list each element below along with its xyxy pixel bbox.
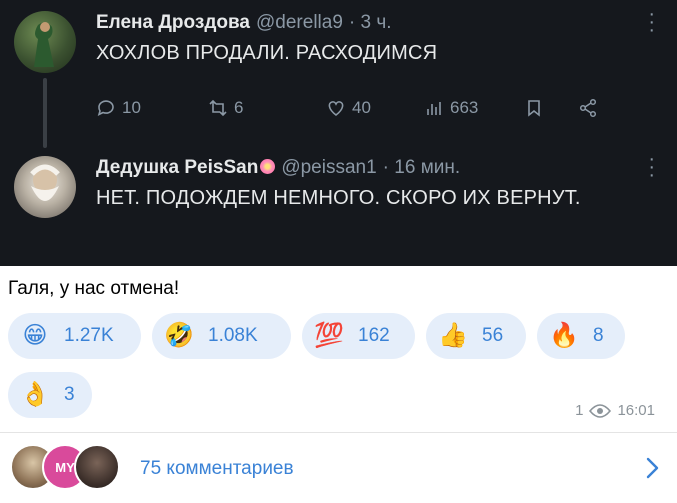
rofl-face-icon: 🤣 [164, 322, 194, 349]
reaction-chip[interactable]: 🤣 1.08K [152, 313, 291, 359]
reply-count: 10 [122, 98, 141, 117]
retweet-count: 6 [234, 98, 244, 117]
view-count: 663 [450, 98, 479, 117]
retweet-button[interactable]: 6 [208, 98, 326, 118]
reaction-count: 56 [482, 325, 504, 346]
reaction-chip[interactable]: 😁 1.27K [8, 313, 141, 359]
more-options-icon[interactable]: · · · [648, 149, 655, 185]
reaction-count: 1.08K [208, 325, 258, 346]
reaction-chip[interactable]: 🔥 8 [537, 313, 625, 359]
ok-hand-icon: 👌 [20, 381, 50, 408]
comments-count-label: 75 комментариев [140, 458, 294, 479]
divider [0, 432, 677, 433]
thumbs-up-icon: 👍 [438, 322, 468, 349]
flower-emoji-icon [260, 159, 276, 174]
reply-author-avatar [14, 156, 76, 218]
commenter-badge: MY [55, 459, 75, 475]
post-caption: Галя, у нас отмена! [8, 278, 180, 299]
thread-line [43, 78, 47, 148]
commenter-avatar [74, 444, 120, 490]
tweet-author-name[interactable]: Елена Дроздова [96, 12, 250, 34]
eye-icon [589, 403, 612, 418]
reply-button[interactable]: 10 [96, 98, 208, 118]
hundred-points-icon: 💯 [314, 322, 344, 349]
like-button[interactable]: 40 [326, 98, 424, 118]
tweet-original: Елена Дроздова @derella9 · 3 ч. · · · ХОХЛ… [0, 0, 677, 148]
reply-time: · 16 мин. [382, 157, 461, 178]
reply-icon [97, 100, 114, 117]
bookmark-icon [528, 100, 540, 117]
post-view-count: 1 [575, 402, 584, 419]
share-icon [579, 98, 597, 118]
bookmark-button[interactable] [524, 98, 578, 118]
comments-button[interactable]: MY 75 комментариев [0, 440, 677, 500]
reaction-chip[interactable]: 💯 162 [302, 313, 415, 359]
tweet-screenshot: Елена Дроздова @derella9 · 3 ч. · · · ХОХЛ… [0, 0, 677, 266]
reply-author-handle[interactable]: @peissan1 [281, 157, 376, 179]
reaction-count: 162 [358, 325, 390, 346]
post-time: 16:01 [617, 402, 655, 419]
tweet-author-handle[interactable]: @derella9 [256, 12, 343, 34]
reaction-chip[interactable]: 👍 56 [426, 313, 526, 359]
reply-author-name-text: Дедушка PeisSan [96, 157, 259, 178]
post-meta: 1 16:01 [575, 402, 655, 419]
heart-icon [328, 101, 344, 117]
reaction-count: 3 [64, 384, 75, 405]
reply-author-name[interactable]: Дедушка PeisSan [96, 157, 276, 179]
reaction-count: 8 [593, 325, 604, 346]
grinning-face-icon: 😁 [22, 322, 48, 349]
tweet-author-avatar [14, 11, 76, 73]
retweet-icon [209, 99, 227, 117]
share-button[interactable] [578, 98, 598, 118]
reaction-chip[interactable]: 👌 3 [8, 372, 92, 418]
more-options-icon[interactable]: · · · [648, 4, 655, 40]
tweet-reply: Дедушка PeisSan @peissan1 · 16 мин. · · · … [0, 145, 677, 266]
fire-icon: 🔥 [549, 322, 579, 349]
tweet-time: · 3 ч. [348, 12, 392, 33]
reaction-count: 1.27K [64, 325, 114, 346]
views-chart-icon [427, 102, 441, 115]
views-button[interactable]: 663 [424, 98, 524, 118]
tweet-actions: 10 6 40 663 [96, 98, 656, 118]
tweet-text: ХОХЛОВ ПРОДАЛИ. РАСХОДИМСЯ [96, 42, 438, 64]
reply-text: НЕТ. ПОДОЖДЕМ НЕМНОГО. СКОРО ИХ ВЕРНУТ. [96, 187, 581, 209]
like-count: 40 [352, 98, 371, 117]
chevron-right-icon [646, 457, 659, 479]
